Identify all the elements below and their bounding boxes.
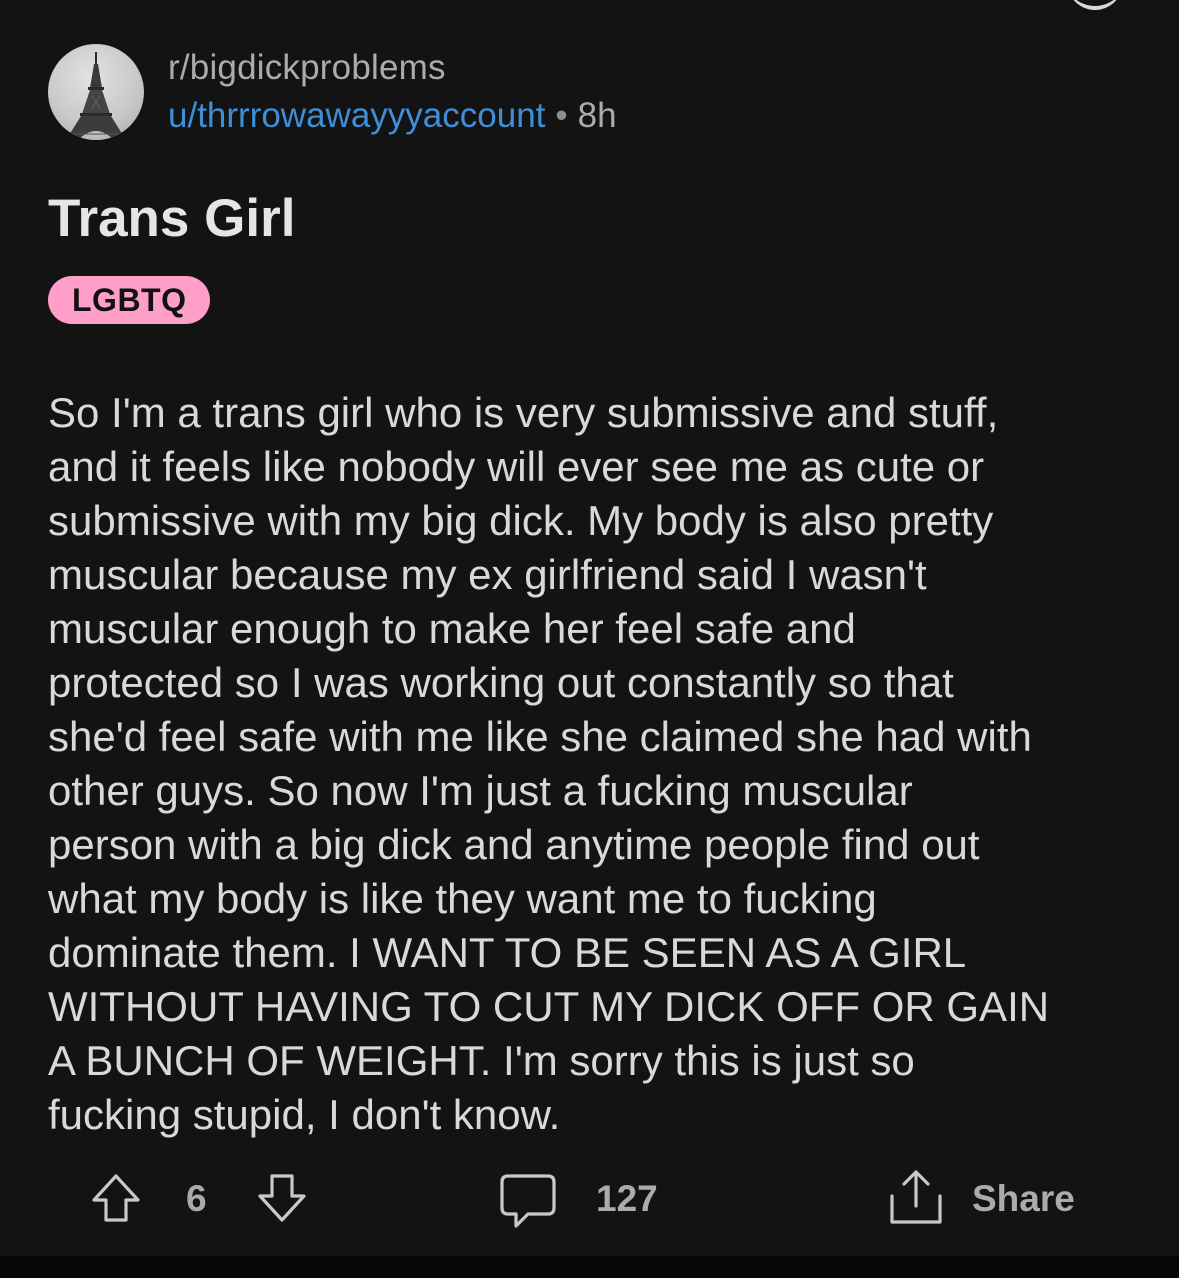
post-meta: u/thrrrowawayyyaccount • 8h — [168, 96, 617, 136]
speech-bubble-icon[interactable] — [498, 1170, 558, 1230]
comment-count[interactable]: 127 — [596, 1178, 658, 1220]
share-icon[interactable] — [886, 1166, 946, 1228]
author-username[interactable]: u/thrrrowawayyyaccount — [168, 96, 545, 135]
eiffel-tower-icon — [66, 52, 126, 140]
status-bar-fragment — [1067, 0, 1123, 10]
arrow-up-icon[interactable] — [88, 1170, 144, 1226]
post-title: Trans Girl — [48, 189, 296, 248]
post-action-bar: 6 127 Share — [0, 1160, 1179, 1236]
post-body: So I'm a trans girl who is very submissi… — [48, 389, 1050, 1138]
subreddit-name[interactable]: r/bigdickproblems — [168, 48, 446, 88]
subreddit-avatar[interactable] — [48, 44, 144, 140]
post-card: r/bigdickproblems u/thrrrowawayyyaccount… — [0, 0, 1179, 1256]
arrow-down-icon[interactable] — [254, 1170, 310, 1226]
share-button[interactable]: Share — [972, 1178, 1075, 1220]
vote-score: 6 — [186, 1178, 207, 1219]
meta-separator: • — [555, 96, 568, 135]
post-age: 8h — [577, 96, 617, 135]
post-flair[interactable]: LGBTQ — [48, 276, 211, 324]
bottom-divider — [0, 1256, 1179, 1278]
